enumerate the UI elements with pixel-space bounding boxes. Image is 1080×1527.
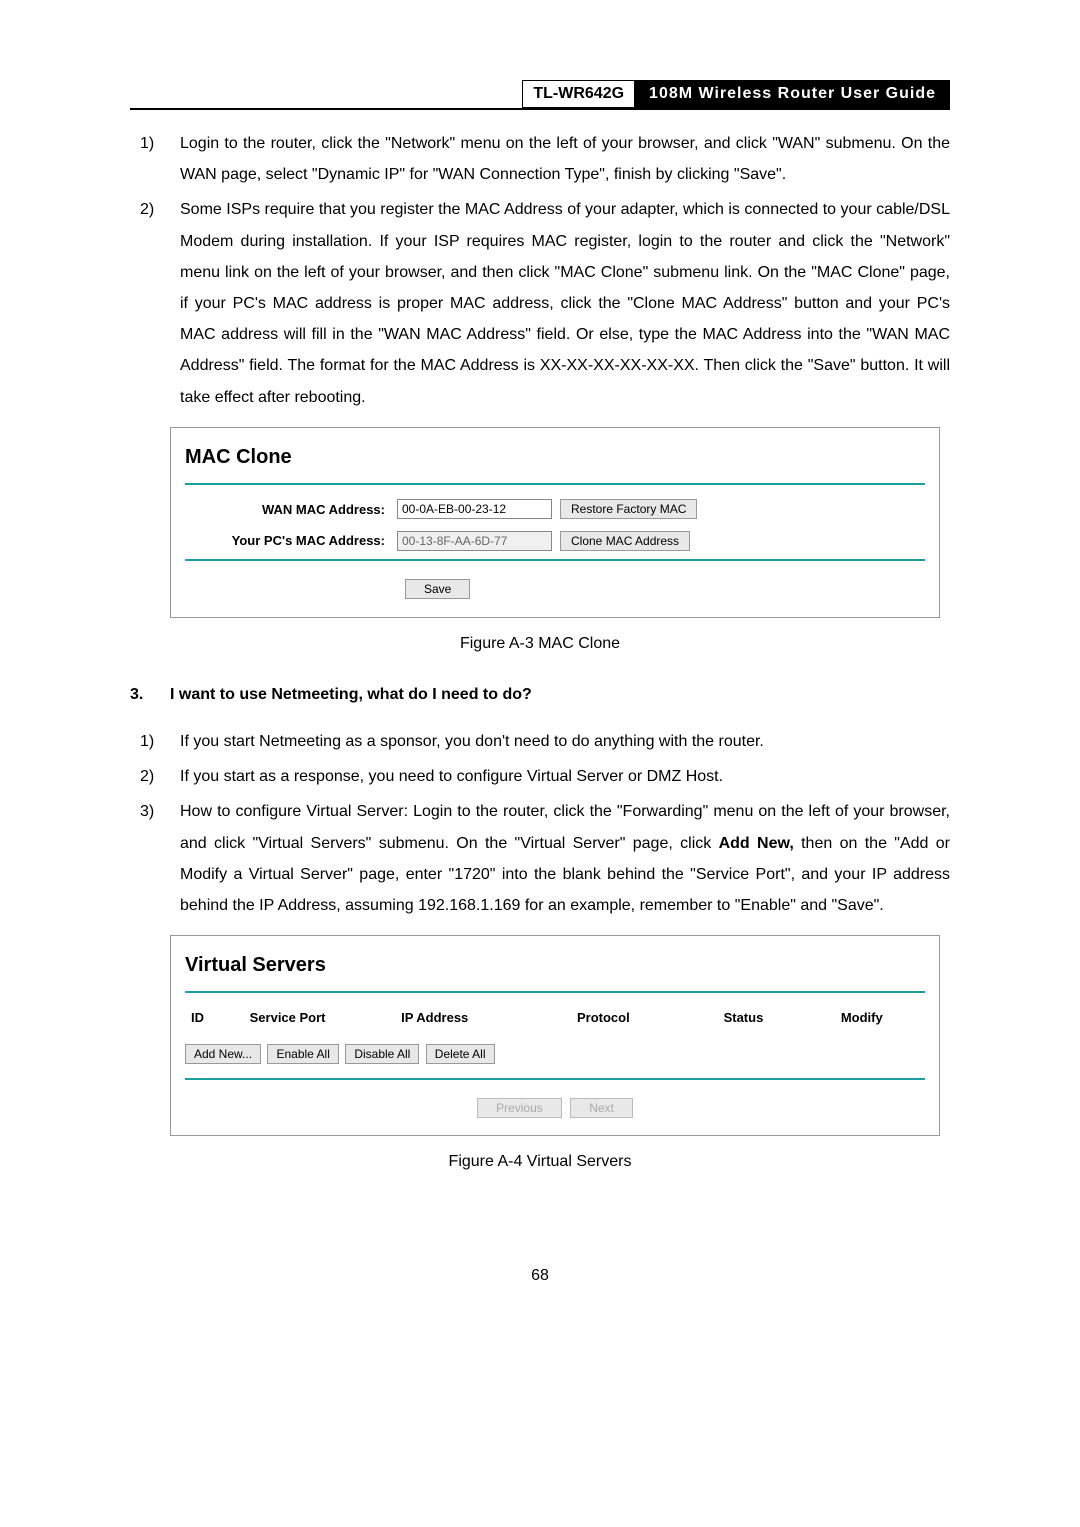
wan-mac-input[interactable] — [397, 499, 552, 519]
divider — [185, 483, 925, 485]
step-text: If you start as a response, you need to … — [180, 761, 950, 792]
disable-all-button[interactable]: Disable All — [345, 1044, 419, 1064]
clone-mac-address-button[interactable]: Clone MAC Address — [560, 531, 690, 551]
step-text: If you start Netmeeting as a sponsor, yo… — [180, 726, 950, 757]
divider — [185, 991, 925, 993]
col-protocol: Protocol — [577, 1005, 724, 1030]
section-title: I want to use Netmeeting, what do I need… — [170, 679, 532, 710]
step-text: Some ISPs require that you register the … — [180, 194, 950, 412]
add-new-button[interactable]: Add New... — [185, 1044, 261, 1064]
mac-clone-figure: MAC Clone WAN MAC Address: Restore Facto… — [170, 427, 940, 618]
wan-mac-label: WAN MAC Address: — [185, 497, 397, 522]
step-number: 2) — [130, 194, 180, 412]
section-3-heading: 3. I want to use Netmeeting, what do I n… — [130, 679, 950, 710]
col-id: ID — [191, 1005, 250, 1030]
restore-factory-mac-button[interactable]: Restore Factory MAC — [560, 499, 697, 519]
step-item: 2) If you start as a response, you need … — [130, 761, 950, 792]
add-new-bold: Add New, — [719, 835, 794, 852]
step-text: How to configure Virtual Server: Login t… — [180, 796, 950, 921]
virtual-servers-title: Virtual Servers — [185, 946, 925, 985]
previous-button: Previous — [477, 1098, 562, 1118]
save-button[interactable]: Save — [405, 579, 470, 599]
next-button: Next — [570, 1098, 633, 1118]
step-number: 3) — [130, 796, 180, 921]
divider — [185, 559, 925, 561]
figure-a4-caption: Figure A-4 Virtual Servers — [130, 1146, 950, 1177]
col-service-port: Service Port — [250, 1005, 401, 1030]
pc-mac-label: Your PC's MAC Address: — [185, 528, 397, 553]
step-number: 1) — [130, 726, 180, 757]
mac-clone-title: MAC Clone — [185, 438, 925, 477]
header-title: 108M Wireless Router User Guide — [635, 80, 950, 108]
step-item: 2) Some ISPs require that you register t… — [130, 194, 950, 412]
step-item: 3) How to configure Virtual Server: Logi… — [130, 796, 950, 921]
col-status: Status — [724, 1005, 841, 1030]
virtual-servers-figure: Virtual Servers ID Service Port IP Addre… — [170, 935, 940, 1136]
pc-mac-input — [397, 531, 552, 551]
divider — [185, 1078, 925, 1080]
vs-table-header: ID Service Port IP Address Protocol Stat… — [185, 1005, 925, 1030]
section-number: 3. — [130, 679, 170, 710]
col-ip-address: IP Address — [401, 1005, 577, 1030]
col-modify: Modify — [841, 1005, 919, 1030]
step-text: Login to the router, click the "Network"… — [180, 128, 950, 190]
step-item: 1) Login to the router, click the "Netwo… — [130, 128, 950, 190]
figure-a3-caption: Figure A-3 MAC Clone — [130, 628, 950, 659]
enable-all-button[interactable]: Enable All — [267, 1044, 338, 1064]
page-number: 68 — [130, 1267, 950, 1285]
step-item: 1) If you start Netmeeting as a sponsor,… — [130, 726, 950, 757]
delete-all-button[interactable]: Delete All — [426, 1044, 495, 1064]
step-number: 1) — [130, 128, 180, 190]
step-number: 2) — [130, 761, 180, 792]
header-model: TL-WR642G — [522, 80, 635, 108]
page-header: TL-WR642G 108M Wireless Router User Guid… — [130, 80, 950, 110]
